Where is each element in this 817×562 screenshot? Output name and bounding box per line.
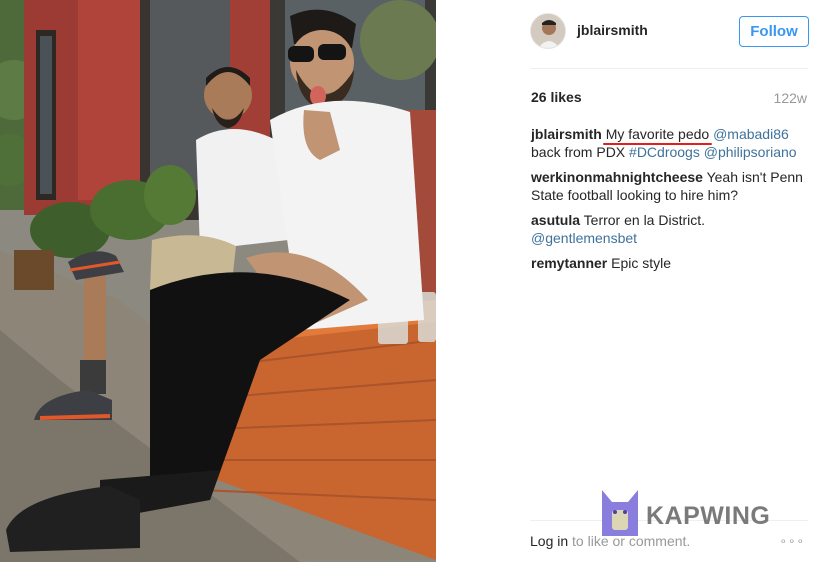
- comment: werkinonmahnightcheese Yeah isn't Penn S…: [531, 168, 813, 204]
- likes-count[interactable]: 26 likes: [531, 89, 582, 105]
- post-age[interactable]: 122w: [774, 90, 807, 106]
- kapwing-watermark: KAPWING: [600, 486, 790, 542]
- comment: asutula Terror en la District. @gentleme…: [531, 211, 813, 247]
- comment-text: Terror en la District.: [583, 212, 706, 228]
- follow-button[interactable]: Follow: [739, 16, 809, 47]
- mention-link[interactable]: @philipsoriano: [704, 144, 797, 160]
- kapwing-cat-logo-icon: [602, 490, 638, 536]
- post-side-panel: jblairsmith Follow 26 likes 122w jblairs…: [436, 0, 817, 562]
- post-username[interactable]: jblairsmith: [577, 22, 648, 38]
- header-divider: [530, 68, 808, 69]
- kapwing-watermark-text: KAPWING: [646, 502, 771, 530]
- post-photo-illustration: [0, 0, 436, 562]
- hashtag-link[interactable]: #DCdroogs: [629, 144, 700, 160]
- login-link[interactable]: Log in: [530, 533, 568, 549]
- comment-username[interactable]: werkinonmahnightcheese: [531, 169, 703, 185]
- comment-username[interactable]: asutula: [531, 212, 580, 228]
- post-photo: [0, 0, 436, 562]
- comment-username[interactable]: jblairsmith: [531, 126, 602, 142]
- mention-link[interactable]: @gentlemensbet: [531, 230, 637, 246]
- user-avatar-icon: [531, 14, 565, 48]
- user-avatar[interactable]: [530, 13, 566, 49]
- comment: jblairsmith My favorite pedo @mabadi86 b…: [531, 125, 813, 161]
- comment-text: Epic style: [611, 255, 672, 271]
- comment: remytanner Epic style: [531, 254, 813, 272]
- post-header: jblairsmith Follow: [436, 0, 817, 68]
- mention-link[interactable]: @mabadi86: [713, 126, 789, 142]
- comments-list: jblairsmith My favorite pedo @mabadi86 b…: [531, 125, 813, 279]
- comment-text: back from PDX: [531, 144, 626, 160]
- comment-username[interactable]: remytanner: [531, 255, 607, 271]
- comment-text-annotated: My favorite pedo: [602, 126, 712, 145]
